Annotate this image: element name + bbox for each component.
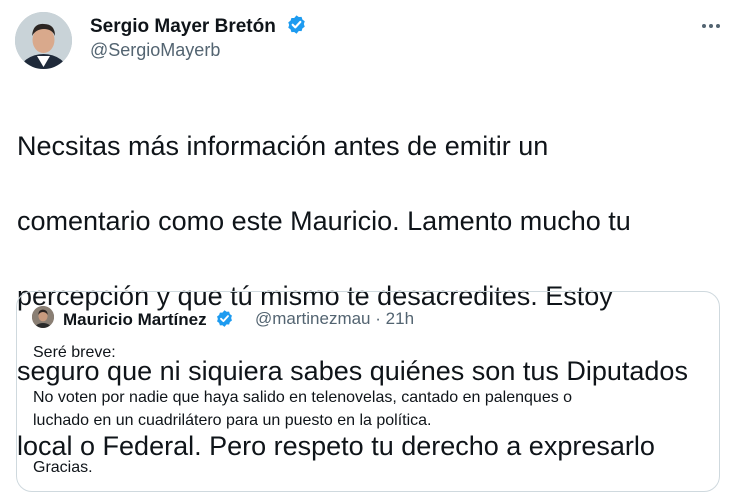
quoted-text-line: Seré breve:	[33, 344, 116, 361]
quoted-text-line: Gracias.	[33, 459, 93, 476]
quoted-author-avatar	[32, 306, 54, 328]
author-avatar[interactable]	[15, 12, 72, 69]
quoted-timestamp[interactable]: 21h	[386, 309, 414, 328]
quoted-text-line: No voten por nadie que haya salido en te…	[33, 389, 573, 406]
more-options-icon[interactable]	[699, 14, 723, 38]
quoted-text-line: luchado en un cuadrilátero para un puest…	[33, 412, 432, 429]
author-name[interactable]: Sergio Mayer Bretón	[90, 14, 307, 38]
author-name-text[interactable]: Sergio Mayer Bretón	[90, 16, 276, 37]
quoted-author-name: Mauricio Martínez	[63, 309, 234, 330]
verified-badge-icon	[288, 15, 305, 34]
meta-separator: ·	[375, 309, 381, 328]
quoted-meta: @martinezmau · 21h	[255, 309, 414, 329]
tweet-text-line: Necsitas más información antes de emitir…	[17, 130, 549, 161]
verified-badge-icon	[217, 310, 233, 327]
author-handle[interactable]: @SergioMayerb	[90, 40, 220, 61]
quoted-author-name-text: Mauricio Martínez	[63, 310, 207, 329]
quoted-author-handle: @martinezmau	[255, 309, 371, 328]
quoted-tweet-card[interactable]: Mauricio Martínez @martinezmau · 21h Ser…	[16, 291, 720, 492]
tweet-text-line: comentario como este Mauricio. Lamento m…	[17, 205, 631, 236]
